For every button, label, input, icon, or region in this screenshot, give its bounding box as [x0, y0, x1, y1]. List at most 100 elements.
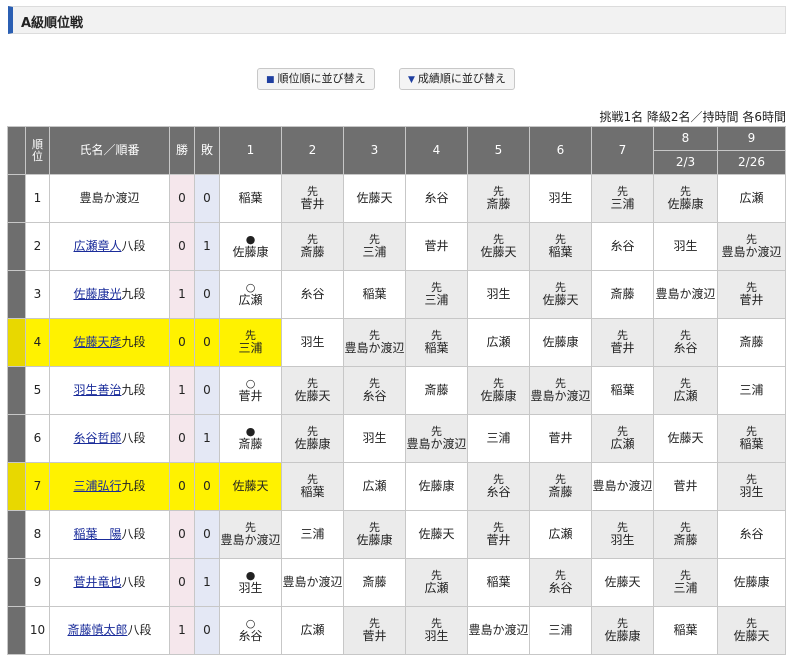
- player-name-link[interactable]: 広瀬章人: [73, 239, 121, 253]
- header-round-5: 5: [467, 126, 530, 175]
- player-name-cell: 羽生善治九段: [49, 366, 170, 415]
- game-cell: 先三浦: [343, 222, 406, 271]
- table-row: 5 羽生善治九段 1 0 ○ 菅井先佐藤天先糸谷 斎藤先佐藤康先豊島か渡辺 稲葉先広瀬 三浦: [7, 366, 786, 415]
- game-cell: 先三浦: [653, 558, 718, 607]
- player-name-link[interactable]: 羽生善治: [73, 383, 121, 397]
- game-cell: 佐藤天: [343, 174, 406, 223]
- player-name-suffix: 九段: [121, 479, 146, 493]
- loss-count: 0: [194, 462, 220, 511]
- game-opponent: 羽生: [673, 239, 698, 253]
- game-cell: ○ 広瀬: [219, 270, 282, 319]
- game-opponent: 佐藤天: [356, 191, 393, 205]
- game-cell: 先糸谷: [529, 558, 592, 607]
- game-opponent: 豊島か渡辺: [655, 287, 716, 301]
- game-cell: 先佐藤康: [343, 510, 406, 559]
- game-opponent: 広瀬: [673, 389, 698, 403]
- game-opponent: 菅井: [300, 197, 325, 211]
- game-cell: 菅井: [405, 222, 468, 271]
- sort-by-score-button[interactable]: ▼ 成績順に並び替え: [399, 68, 515, 90]
- game-opponent: 斎藤: [300, 245, 325, 259]
- game-opponent: 菅井: [739, 293, 764, 307]
- game-cell: ○ 菅井: [219, 366, 282, 415]
- player-name-link[interactable]: 佐藤康光: [73, 287, 121, 301]
- game-cell: 先豊島か渡辺: [529, 366, 592, 415]
- page-header: A級順位戦: [8, 6, 786, 34]
- player-name-link[interactable]: 糸谷哲郎: [73, 431, 121, 445]
- game-opponent: 羽生: [610, 533, 635, 547]
- player-name-link[interactable]: 菅井竜也: [73, 575, 121, 589]
- game-cell: 先佐藤天: [281, 366, 344, 415]
- player-name-link[interactable]: 三浦弘行: [73, 479, 121, 493]
- game-cell: 先稲葉: [281, 462, 344, 511]
- header-round-3: 3: [343, 126, 406, 175]
- header-round-1: 1: [219, 126, 282, 175]
- game-cell: 先糸谷: [467, 462, 530, 511]
- game-cell: 三浦: [717, 366, 786, 415]
- header-rank: 順位: [25, 126, 50, 175]
- header-loss: 敗: [194, 126, 220, 175]
- game-opponent: 三浦: [362, 245, 387, 259]
- game-cell: 佐藤天: [219, 462, 282, 511]
- game-cell: 菅井: [529, 414, 592, 463]
- game-opponent: 糸谷: [673, 341, 698, 355]
- loss-count: 1: [194, 414, 220, 463]
- game-cell: 羽生: [529, 174, 592, 223]
- rank-cell: 1: [25, 174, 50, 223]
- game-cell: 糸谷: [591, 222, 654, 271]
- game-cell: 羽生: [653, 222, 718, 271]
- rank-cell: 6: [25, 414, 50, 463]
- game-cell: 糸谷: [281, 270, 344, 319]
- table-row: 8 稲葉 陽八段 0 0 先豊島か渡辺 三浦先佐藤康 佐藤天先菅井 広瀬先羽生先斎藤 糸谷: [7, 510, 786, 559]
- win-count: 1: [169, 366, 195, 415]
- player-name-cell: 斎藤慎太郎八段: [49, 606, 170, 655]
- game-opponent: 三浦: [739, 383, 764, 397]
- game-opponent: 広瀬: [238, 293, 263, 307]
- player-name-suffix: 八段: [121, 431, 146, 445]
- game-opponent: 糸谷: [362, 389, 387, 403]
- header-win: 勝: [169, 126, 195, 175]
- game-opponent: 羽生: [548, 191, 573, 205]
- game-opponent: 佐藤康: [232, 245, 269, 259]
- player-name-link[interactable]: 斎藤慎太郎: [67, 623, 127, 637]
- row-marker: [7, 174, 26, 223]
- game-cell: 羽生: [343, 414, 406, 463]
- game-cell: 斎藤: [591, 270, 654, 319]
- player-name-suffix: 八段: [127, 623, 152, 637]
- player-name-link[interactable]: 稲葉 陽: [73, 527, 121, 541]
- game-opponent: 羽生: [739, 485, 764, 499]
- player-name-link[interactable]: 佐藤天彦: [73, 335, 121, 349]
- game-opponent: 豊島か渡辺: [406, 437, 467, 451]
- loss-count: 0: [194, 366, 220, 415]
- sort-by-rank-button[interactable]: ■ 順位順に並び替え: [257, 68, 375, 90]
- game-opponent: 稲葉: [739, 437, 764, 451]
- win-count: 1: [169, 270, 195, 319]
- game-opponent: 広瀬: [486, 335, 511, 349]
- game-opponent: 三浦: [673, 581, 698, 595]
- player-name-suffix: 豊島か渡辺: [79, 191, 140, 205]
- header-date-8: 2/3: [653, 150, 718, 175]
- game-opponent: 斎藤: [673, 533, 698, 547]
- game-opponent: 佐藤天: [667, 431, 704, 445]
- game-cell: 先豊島か渡辺: [219, 510, 282, 559]
- game-opponent: 糸谷: [424, 191, 449, 205]
- game-cell: 先佐藤康: [467, 366, 530, 415]
- row-marker: [7, 270, 26, 319]
- game-cell: 広瀬: [467, 318, 530, 367]
- game-opponent: 佐藤康: [604, 629, 641, 643]
- game-opponent: 稲葉: [238, 191, 263, 205]
- league-rules-note: 挑戦1名 降級2名／持時間 各6時間: [599, 110, 786, 124]
- game-cell: 羽生: [467, 270, 530, 319]
- row-marker: [7, 606, 26, 655]
- game-cell: 先佐藤康: [281, 414, 344, 463]
- game-opponent: 糸谷: [486, 485, 511, 499]
- player-name-suffix: 九段: [121, 287, 146, 301]
- game-cell: ○ 糸谷: [219, 606, 282, 655]
- game-cell: 広瀬: [717, 174, 786, 223]
- triangle-down-icon: ▼: [408, 75, 415, 85]
- game-opponent: 広瀬: [424, 581, 449, 595]
- game-opponent: 羽生: [238, 581, 263, 595]
- game-cell: 豊島か渡辺: [591, 462, 654, 511]
- game-opponent: 羽生: [424, 629, 449, 643]
- rank-cell: 8: [25, 510, 50, 559]
- game-cell: 三浦: [467, 414, 530, 463]
